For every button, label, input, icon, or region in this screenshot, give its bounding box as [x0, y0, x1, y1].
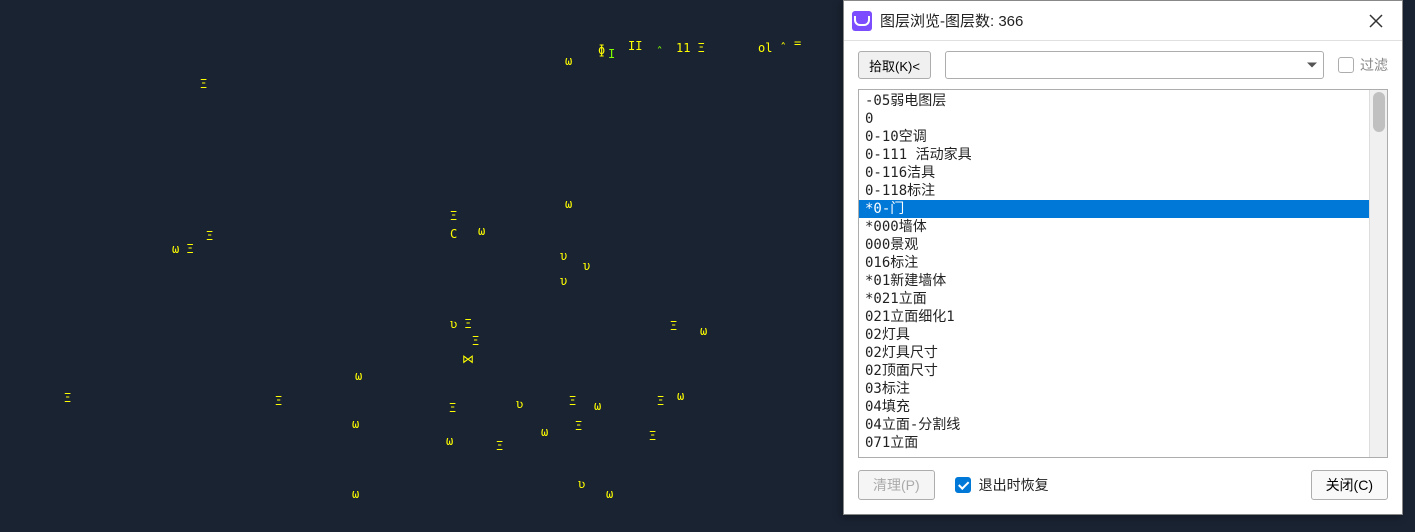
- pick-button[interactable]: 拾取(K)<: [858, 51, 931, 79]
- layer-list[interactable]: -05弱电图层00-10空调0-111 活动家具0-116洁具0-118标注*0…: [859, 90, 1369, 457]
- layer-item[interactable]: 071立面: [859, 434, 1369, 452]
- cad-symbol: ω: [478, 225, 485, 237]
- cad-symbol: ω: [541, 426, 548, 438]
- layer-item[interactable]: *000墙体: [859, 218, 1369, 236]
- layer-item[interactable]: *0-门: [859, 200, 1369, 218]
- clear-button[interactable]: 清理(P): [858, 470, 935, 500]
- layer-item[interactable]: 02灯具: [859, 326, 1369, 344]
- cad-canvas[interactable]: ΞωɸIˆII11 Ξol ˆ=Ξω ΞΞCωωυυυʋ ΞΞ⋈ΞωωΞΞωΞʋ…: [0, 0, 843, 532]
- chevron-down-icon: [1307, 63, 1317, 68]
- layer-item[interactable]: -05弱电图层: [859, 92, 1369, 110]
- cad-symbol: ⋈: [462, 353, 474, 365]
- title-bar: 图层浏览-图层数: 366: [844, 1, 1402, 41]
- layer-item[interactable]: 0-111 活动家具: [859, 146, 1369, 164]
- cad-symbol: ω: [352, 418, 359, 430]
- filter-checkbox-group[interactable]: 过滤: [1338, 55, 1388, 75]
- close-button[interactable]: 关闭(C): [1311, 470, 1388, 500]
- layer-item[interactable]: 000景观: [859, 236, 1369, 254]
- cad-symbol: Ξ: [449, 402, 456, 414]
- cad-symbol: ω: [565, 198, 572, 210]
- cad-symbol: ol ˆ: [758, 42, 787, 54]
- layer-item[interactable]: 04填充: [859, 398, 1369, 416]
- cad-symbol: ʋ: [578, 478, 585, 490]
- layer-item[interactable]: 02灯具尺寸: [859, 344, 1369, 362]
- cad-symbol: Ξ: [206, 230, 213, 242]
- cad-symbol: ˆ: [656, 46, 663, 58]
- layer-item[interactable]: 016标注: [859, 254, 1369, 272]
- cad-symbol: 11 Ξ: [676, 42, 705, 54]
- cad-symbol: ʋ Ξ: [450, 318, 472, 330]
- layer-combo[interactable]: [945, 51, 1324, 79]
- layer-item[interactable]: 0: [859, 110, 1369, 128]
- cad-symbol: Ξ: [200, 78, 207, 90]
- cad-symbol: Ξ: [657, 395, 664, 407]
- filter-label: 过滤: [1360, 55, 1388, 75]
- cad-symbol: =: [794, 37, 801, 49]
- app-icon: [852, 11, 872, 31]
- cad-symbol: ω: [700, 325, 707, 337]
- cad-symbol: Ξ: [472, 335, 479, 347]
- restore-checkbox[interactable]: [955, 477, 971, 493]
- cad-symbol: II: [628, 40, 642, 52]
- cad-symbol: ω Ξ: [172, 243, 194, 255]
- restore-checkbox-group[interactable]: 退出时恢复: [955, 475, 1291, 495]
- cad-symbol: ω: [594, 400, 601, 412]
- layer-item[interactable]: 02顶面尺寸: [859, 362, 1369, 380]
- cad-symbol: ω: [677, 390, 684, 402]
- cad-symbol: I: [608, 48, 615, 60]
- layer-item[interactable]: *021立面: [859, 290, 1369, 308]
- cad-symbol: ʋ: [516, 398, 523, 410]
- cad-symbol: Ξ: [275, 395, 282, 407]
- toolbar: 拾取(K)< 过滤: [844, 41, 1402, 89]
- cad-symbol: υ: [583, 260, 590, 272]
- layer-browse-dialog: 图层浏览-图层数: 366 拾取(K)< 过滤 -05弱电图层00-10空调0-…: [843, 0, 1403, 515]
- cad-symbol: υ: [560, 275, 567, 287]
- filter-checkbox[interactable]: [1338, 57, 1354, 73]
- cad-symbol: ω: [565, 55, 572, 67]
- layer-item[interactable]: 04立面-分割线: [859, 416, 1369, 434]
- cad-symbol: Ξ: [670, 320, 677, 332]
- cad-symbol: Ξ: [450, 210, 457, 222]
- cad-symbol: ω: [446, 435, 453, 447]
- cad-symbol: ɸ: [598, 44, 605, 56]
- cad-symbol: υ: [560, 250, 567, 262]
- layer-item[interactable]: 0-118标注: [859, 182, 1369, 200]
- scrollbar-thumb[interactable]: [1373, 92, 1385, 132]
- layer-list-container: -05弱电图层00-10空调0-111 活动家具0-116洁具0-118标注*0…: [858, 89, 1388, 458]
- cad-symbol: Ξ: [64, 392, 71, 404]
- cad-symbol: C: [450, 228, 457, 240]
- layer-item[interactable]: *01新建墙体: [859, 272, 1369, 290]
- cad-symbol: ω: [355, 370, 362, 382]
- restore-label: 退出时恢复: [979, 475, 1049, 495]
- scrollbar-track[interactable]: [1369, 90, 1387, 457]
- layer-item[interactable]: 0-10空调: [859, 128, 1369, 146]
- cad-symbol: Ξ: [569, 395, 576, 407]
- cad-symbol: ω: [606, 488, 613, 500]
- cad-symbol: Ξ: [575, 420, 582, 432]
- cad-symbol: ω: [352, 488, 359, 500]
- layer-item[interactable]: 03标注: [859, 380, 1369, 398]
- close-icon[interactable]: [1360, 5, 1392, 37]
- dialog-title: 图层浏览-图层数: 366: [880, 10, 1360, 31]
- footer: 清理(P) 退出时恢复 关闭(C): [844, 458, 1402, 514]
- cad-symbol: Ξ: [649, 430, 656, 442]
- cad-symbol: Ξ: [496, 440, 503, 452]
- layer-item[interactable]: 021立面细化1: [859, 308, 1369, 326]
- layer-item[interactable]: 0-116洁具: [859, 164, 1369, 182]
